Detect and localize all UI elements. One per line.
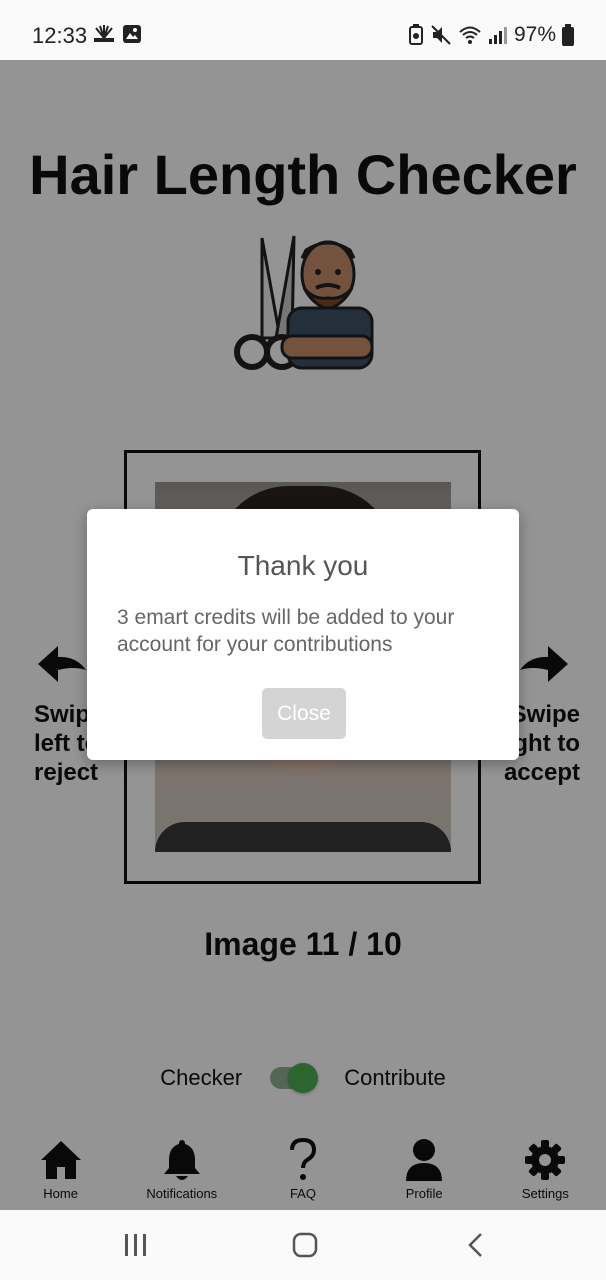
wifi-icon: [459, 26, 481, 44]
status-right-icons: 97%: [408, 23, 574, 47]
battery-saver-icon: [408, 24, 423, 45]
status-bar: 12:33 97%: [0, 0, 606, 60]
system-nav-bar: [0, 1210, 606, 1280]
dialog-message: 3 emart credits will be added to your ac…: [117, 606, 455, 656]
status-time: 12:33: [32, 23, 88, 48]
thank-you-dialog: Thank you 3 emart credits will be added …: [87, 509, 519, 760]
recent-apps-icon[interactable]: [124, 1232, 148, 1258]
back-icon[interactable]: [466, 1232, 484, 1258]
battery-icon: [562, 24, 574, 46]
home-button-icon[interactable]: [292, 1232, 318, 1258]
battery-percent: 97%: [513, 23, 556, 46]
news-app-icon: [94, 25, 114, 42]
status-left-icons: [92, 24, 142, 44]
signal-icon: [488, 27, 507, 44]
mute-icon: [431, 25, 451, 45]
close-button[interactable]: Close: [262, 688, 346, 739]
dialog-title: Thank you: [237, 550, 369, 581]
gallery-icon: [123, 25, 141, 43]
